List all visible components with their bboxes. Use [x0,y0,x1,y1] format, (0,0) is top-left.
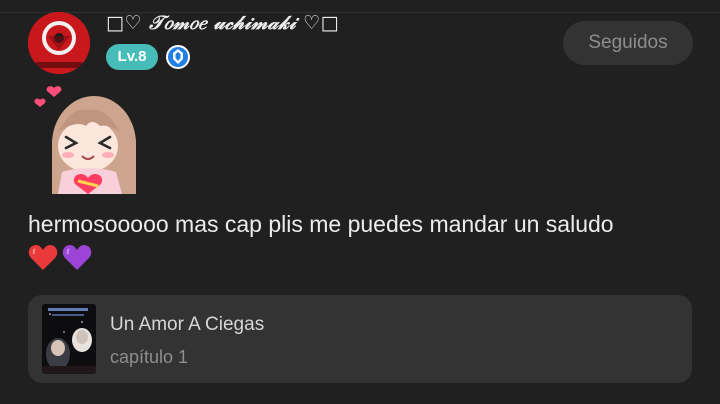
comment-text: hermosooooo mas cap plis me puedes manda… [28,211,614,237]
story-chapter: capítulo 1 [110,347,189,367]
author-avatar[interactable] [28,12,90,74]
author-name[interactable]: □♡ 𝒯𝑜𝓂𝑜𝑒 𝓊𝒸𝒽𝒾𝓂𝒶𝓀𝒾 ♡□ [106,12,339,34]
anime-girl-sticker-icon [28,80,140,194]
purple-heart-emoji-icon [62,244,92,274]
verified-badge-icon [165,44,191,70]
following-button[interactable]: Seguidos [563,21,693,65]
story-cover-thumbnail [42,304,96,374]
story-link-card[interactable]: Un Amor A Ciegas capítulo 1 [28,295,692,383]
story-title: Un Amor A Ciegas [110,314,265,335]
emoji-row [28,244,92,274]
level-badge: Lv.8 [106,44,158,70]
red-heart-emoji-icon [28,244,58,274]
red-emblem-avatar-icon [28,12,90,74]
